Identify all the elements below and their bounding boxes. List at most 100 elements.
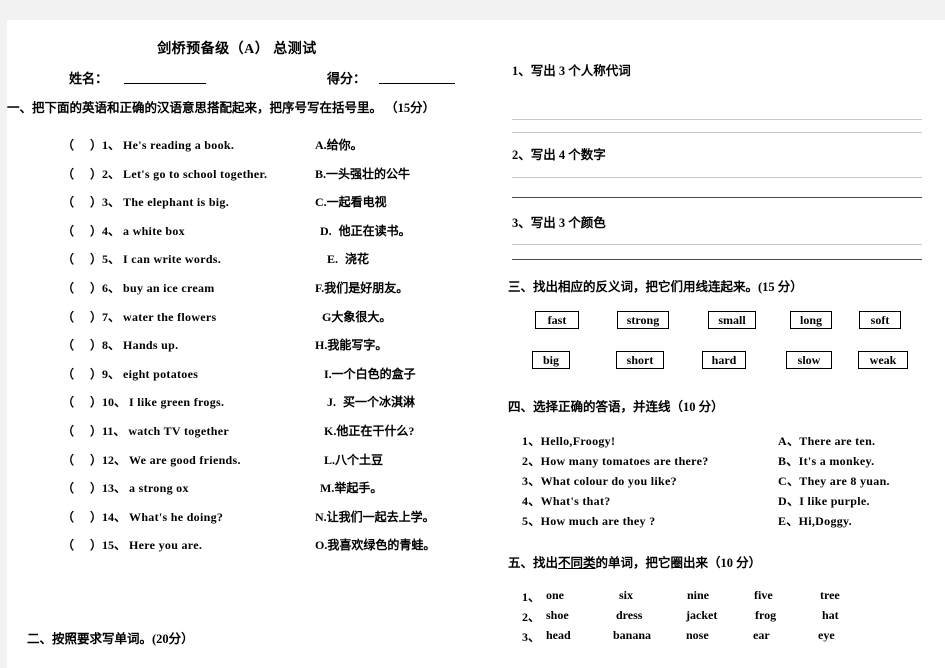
writing-line[interactable] [512,177,922,178]
word-choice[interactable]: one [546,588,564,603]
list-item[interactable]: （）12、 We are good friends. [62,453,307,482]
answer-blank[interactable]: ） [72,167,102,181]
list-item[interactable]: （）15、 Here you are. [62,538,307,567]
word-choice[interactable]: shoe [546,608,569,623]
list-item[interactable]: L.八个土豆 [315,453,485,482]
writing-line[interactable] [512,132,922,133]
student-info-row: 姓名： 得分： [7,68,477,88]
answer-blank[interactable]: ） [72,367,102,381]
item-text: watch TV together [128,423,229,438]
answer-blank[interactable]: ） [72,195,102,209]
list-item[interactable]: A.给你。 [315,138,485,167]
word-box-soft[interactable]: soft [859,311,901,329]
answer-blank[interactable]: ） [72,395,102,409]
name-input-blank[interactable] [124,83,206,84]
list-item[interactable]: （）10、 I like green frogs. [62,395,307,424]
word-choice[interactable]: nose [686,628,709,643]
answer-item[interactable]: E、Hi,Doggy. [778,512,852,529]
item-text: water the flowers [123,309,217,324]
word-box-weak[interactable]: weak [858,351,908,369]
word-choice[interactable]: hat [822,608,839,623]
question-item[interactable]: 2、How many tomatoes are there? [522,452,709,469]
list-item[interactable]: I.一个白色的盒子 [315,367,485,396]
list-item[interactable]: （）9、 eight potatoes [62,367,307,396]
list-item[interactable]: B.一头强壮的公牛 [315,167,485,196]
score-input-blank[interactable] [379,83,455,84]
answer-blank[interactable]: ） [72,224,102,238]
word-box-big[interactable]: big [532,351,570,369]
word-box-hard[interactable]: hard [702,351,746,369]
word-box-small[interactable]: small [708,311,756,329]
page-title: 剑桥预备级（A） 总测试 [157,42,317,57]
list-item[interactable]: O.我喜欢绿色的青蛙。 [315,538,485,567]
answer-blank[interactable]: ） [72,453,102,467]
list-item[interactable]: D. 他正在读书。 [315,224,485,253]
option-text: 一起看电视 [326,195,387,210]
list-item[interactable]: （）7、 water the flowers [62,310,307,339]
answer-blank[interactable]: ） [72,338,102,352]
writing-line[interactable] [512,244,922,245]
answer-item[interactable]: D、I like purple. [778,492,870,509]
section-4-heading: 四、选择正确的答语，并连线（10 分） [508,400,724,414]
list-item[interactable]: M.举起手。 [315,481,485,510]
list-item[interactable]: E. 浇花 [315,252,485,281]
question-item[interactable]: 1、Hello,Froogy! [522,432,615,449]
word-choice[interactable]: ear [753,628,770,643]
list-item[interactable]: （）11、 watch TV together [62,424,307,453]
list-item[interactable]: （）2、 Let's go to school together. [62,167,307,196]
word-box-slow[interactable]: slow [786,351,832,369]
writing-line[interactable] [512,259,922,260]
answer-item[interactable]: B、It's a monkey. [778,452,874,469]
question-item[interactable]: 4、What's that? [522,492,611,509]
answer-blank[interactable]: ） [72,538,102,552]
word-box-long[interactable]: long [790,311,832,329]
word-box-short[interactable]: short [616,351,664,369]
word-box-strong[interactable]: strong [617,311,669,329]
word-choice[interactable]: eye [818,628,835,643]
list-item[interactable]: （）8、 Hands up. [62,338,307,367]
list-item[interactable]: （）13、 a strong ox [62,481,307,510]
word-choice[interactable]: head [546,628,571,643]
list-item[interactable]: （）4、 a white box [62,224,307,253]
word-choice[interactable]: five [754,588,773,603]
word-choice[interactable]: frog [755,608,776,623]
option-key: B. [315,166,327,181]
item-number: 5、 [102,252,121,267]
option-key: E. [327,252,339,267]
word-choice[interactable]: nine [687,588,709,603]
answer-blank[interactable]: ） [72,252,102,266]
item-number: 15、 [102,538,127,553]
list-item[interactable]: N.让我们一起去上学。 [315,510,485,539]
list-item[interactable]: J. 买一个冰淇淋 [315,395,485,424]
list-item[interactable]: F.我们是好朋友。 [315,281,485,310]
answer-blank[interactable]: ） [72,510,102,524]
list-item[interactable]: （）6、 buy an ice cream [62,281,307,310]
writing-line[interactable] [512,197,922,198]
word-choice[interactable]: banana [613,628,651,643]
list-item[interactable]: （）3、 The elephant is big. [62,195,307,224]
word-choice[interactable]: six [619,588,633,603]
list-item[interactable]: G大象很大。 [315,310,485,339]
answer-blank[interactable]: ） [72,481,102,495]
answer-item[interactable]: C、They are 8 yuan. [778,472,890,489]
answer-blank[interactable]: ） [72,138,102,152]
list-item[interactable]: （）14、 What's he doing? [62,510,307,539]
word-choice[interactable]: tree [820,588,840,603]
answer-item[interactable]: A、There are ten. [778,432,875,449]
answer-blank[interactable]: ） [72,281,102,295]
question-item[interactable]: 5、How much are they ? [522,512,655,529]
list-item[interactable]: C.一起看电视 [315,195,485,224]
paren-open: （ [62,138,75,152]
list-item[interactable]: K.他正在干什么? [315,424,485,453]
list-item[interactable]: H.我能写字。 [315,338,485,367]
word-choice[interactable]: dress [616,608,642,623]
word-choice[interactable]: jacket [686,608,717,623]
writing-line[interactable] [512,119,922,120]
option-key: G [322,309,332,324]
list-item[interactable]: （）1、 He's reading a book. [62,138,307,167]
answer-blank[interactable]: ） [72,424,102,438]
answer-blank[interactable]: ） [72,310,102,324]
word-box-fast[interactable]: fast [535,311,579,329]
question-item[interactable]: 3、What colour do you like? [522,472,677,489]
list-item[interactable]: （）5、 I can write words. [62,252,307,281]
